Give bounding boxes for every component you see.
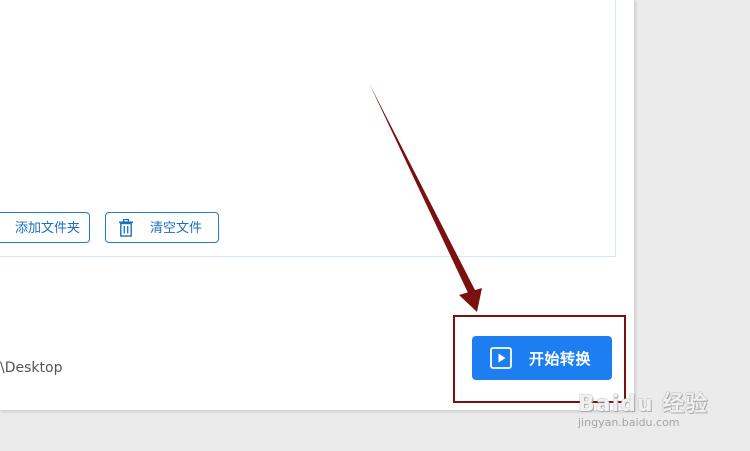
annotation-highlight-box [453, 315, 626, 403]
add-folder-button[interactable]: 添加文件夹 [0, 212, 90, 243]
watermark-url-text: jingyan.baidu.com [578, 416, 680, 429]
add-folder-label: 添加文件夹 [15, 221, 81, 236]
trash-icon [119, 219, 133, 237]
file-drop-area[interactable] [0, 0, 616, 257]
output-path-text: \Desktop [0, 360, 63, 376]
screenshot-stage: 添加文件夹 清空文件 \Desktop 开始转换 Baidu 经验 jingya… [0, 0, 750, 451]
clear-files-button[interactable]: 清空文件 [105, 212, 219, 243]
clear-files-label: 清空文件 [150, 221, 203, 236]
